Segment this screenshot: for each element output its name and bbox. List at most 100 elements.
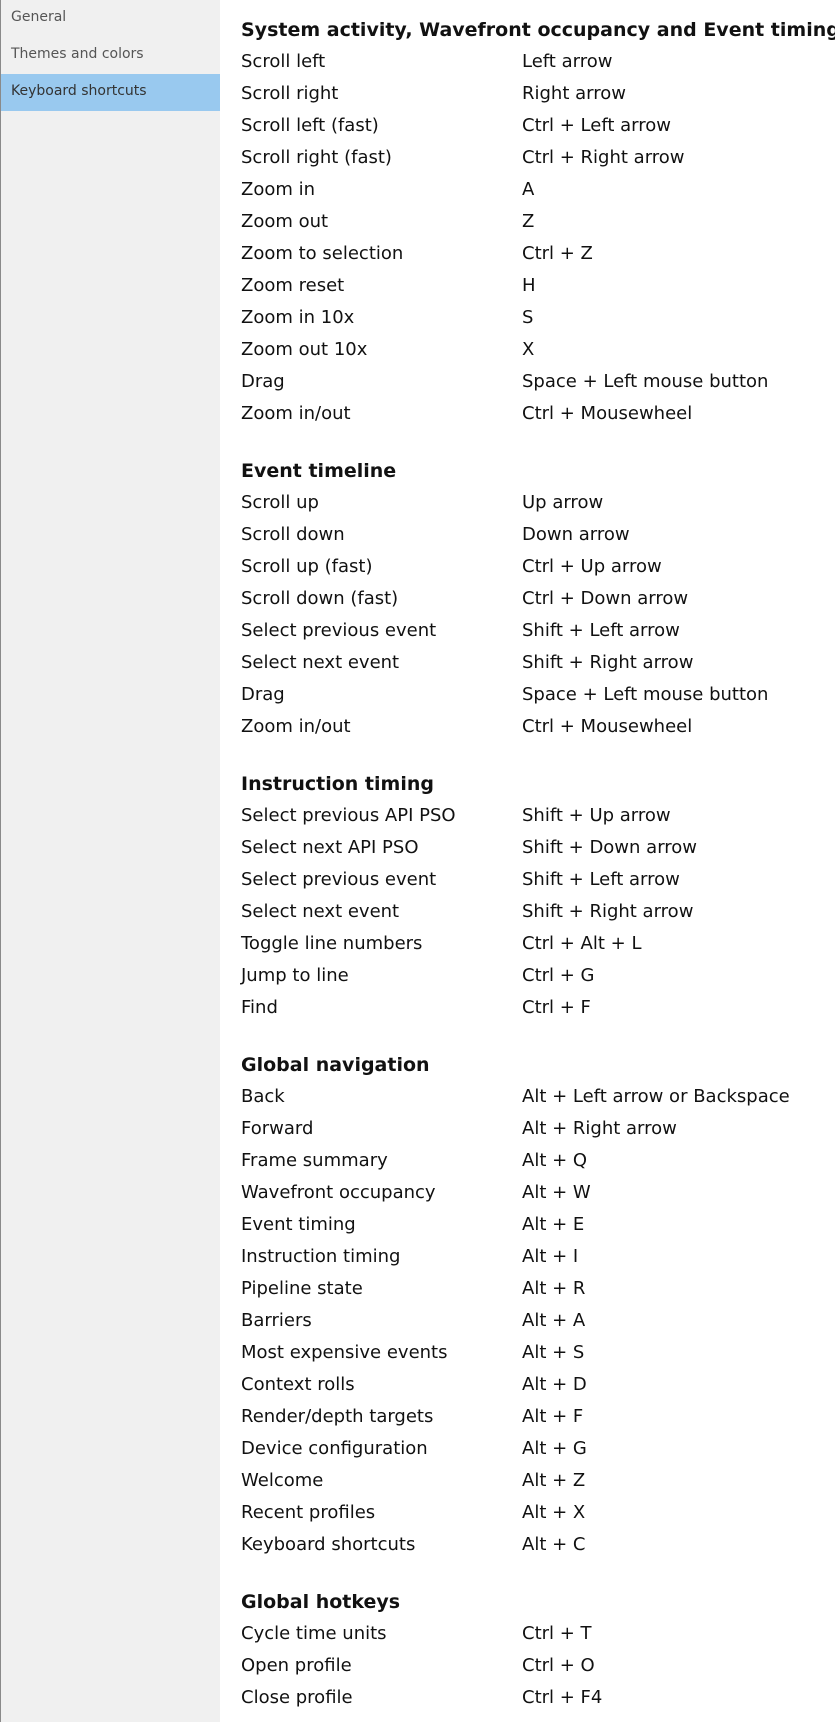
shortcut-action: Scroll up [241,492,319,513]
shortcut-keys: Left arrow [522,51,613,72]
sidebar-item-themes-and-colors[interactable]: Themes and colors [1,37,220,74]
shortcut-section: Global navigation Back Alt + Left arrow or… [241,1049,831,1561]
shortcut-keys: Alt + I [522,1246,579,1267]
shortcut-keys: Ctrl + T [522,1623,592,1644]
shortcut-action: Back [241,1086,285,1107]
shortcut-keys: Shift + Left arrow [522,620,680,641]
shortcut-action: Forward [241,1118,314,1139]
shortcut-row: Most expensive events Alt + S [241,1337,831,1369]
shortcut-action: Render/depth targets [241,1406,434,1427]
shortcut-action: Welcome [241,1470,324,1491]
shortcut-row: Scroll left (fast) Ctrl + Left arrow [241,110,831,142]
shortcut-row: Drag Space + Left mouse button [241,679,831,711]
shortcut-action: Scroll right [241,83,339,104]
shortcut-row: Scroll up Up arrow [241,487,831,519]
shortcut-keys: Ctrl + F [522,997,591,1018]
shortcut-row: Select next event Shift + Right arrow [241,647,831,679]
shortcut-action: Event timing [241,1214,356,1235]
shortcut-row: Zoom in 10x S [241,302,831,334]
shortcut-row: Close profile Ctrl + F4 [241,1682,831,1714]
shortcut-action: Zoom in/out [241,403,351,424]
shortcut-row: Zoom out 10x X [241,334,831,366]
shortcut-row: Select previous event Shift + Left arrow [241,864,831,896]
shortcut-row: Frame summary Alt + Q [241,1145,831,1177]
shortcut-keys: Ctrl + Right arrow [522,147,685,168]
shortcut-keys: Alt + C [522,1534,586,1555]
shortcut-keys: Alt + S [522,1342,585,1363]
shortcut-action: Zoom in 10x [241,307,355,328]
shortcut-row: Device configuration Alt + G [241,1433,831,1465]
shortcut-row: Select previous API PSO Shift + Up arrow [241,800,831,832]
shortcut-row: Instruction timing Alt + I [241,1241,831,1273]
shortcut-keys: Alt + D [522,1374,587,1395]
sidebar-item-general[interactable]: General [1,0,220,37]
shortcut-action: Scroll up (fast) [241,556,373,577]
shortcut-action: Scroll left (fast) [241,115,379,136]
shortcut-keys: X [522,339,535,360]
shortcut-row: Forward Alt + Right arrow [241,1113,831,1145]
shortcut-keys: Right arrow [522,83,626,104]
shortcut-action: Scroll down [241,524,345,545]
shortcut-action: Pipeline state [241,1278,363,1299]
shortcut-keys: A [522,179,535,200]
shortcut-row: Select previous event Shift + Left arrow [241,615,831,647]
shortcut-action: Context rolls [241,1374,355,1395]
shortcut-row: Recent profiles Alt + X [241,1497,831,1529]
shortcut-row: Jump to line Ctrl + G [241,960,831,992]
shortcut-action: Select next event [241,652,400,673]
shortcut-action: Device configuration [241,1438,428,1459]
shortcut-action: Scroll down (fast) [241,588,399,609]
shortcut-action: Zoom out 10x [241,339,368,360]
shortcut-action: Barriers [241,1310,312,1331]
shortcut-row: Scroll down Down arrow [241,519,831,551]
section-title: Event timeline [241,460,397,482]
shortcut-keys: Alt + X [522,1502,586,1523]
shortcut-row: Scroll down (fast) Ctrl + Down arrow [241,583,831,615]
shortcut-action: Scroll right (fast) [241,147,392,168]
shortcut-section: Global hotkeys Cycle time units Ctrl + T Op… [241,1586,831,1714]
shortcut-row: Cycle time units Ctrl + T [241,1618,831,1650]
shortcut-keys: Shift + Up arrow [522,805,671,826]
section-title: Global hotkeys [241,1591,401,1613]
shortcut-row: Scroll up (fast) Ctrl + Up arrow [241,551,831,583]
shortcut-row: Pipeline state Alt + R [241,1273,831,1305]
shortcut-keys: Ctrl + G [522,965,595,986]
shortcut-row: Zoom out Z [241,206,831,238]
shortcut-row: Find Ctrl + F [241,992,831,1024]
shortcut-action: Most expensive events [241,1342,448,1363]
shortcut-keys: Shift + Right arrow [522,652,694,673]
section-title: System activity, Wavefront occupancy and… [241,19,835,41]
shortcut-keys: Alt + A [522,1310,586,1331]
shortcut-row: Back Alt + Left arrow or Backspace [241,1081,831,1113]
shortcut-keys: Space + Left mouse button [522,371,769,392]
shortcut-keys: Ctrl + Z [522,243,593,264]
shortcut-row: Scroll left Left arrow [241,46,831,78]
shortcut-keys: Shift + Right arrow [522,901,694,922]
shortcut-keys: Ctrl + Mousewheel [522,716,693,737]
shortcut-keys: Ctrl + Left arrow [522,115,671,136]
settings-sidebar: General Themes and colors Keyboard short… [0,0,220,1722]
shortcut-action: Wavefront occupancy [241,1182,436,1203]
shortcut-action: Close profile [241,1687,353,1708]
shortcut-row: Scroll right Right arrow [241,78,831,110]
shortcut-action: Open profile [241,1655,352,1676]
shortcut-keys: Alt + R [522,1278,586,1299]
shortcut-keys: Up arrow [522,492,604,513]
shortcut-keys: Alt + Left arrow or Backspace [522,1086,790,1107]
shortcut-keys: Shift + Left arrow [522,869,680,890]
sidebar-item-keyboard-shortcuts[interactable]: Keyboard shortcuts [1,74,220,111]
shortcut-keys: Down arrow [522,524,630,545]
shortcut-keys: Alt + G [522,1438,587,1459]
shortcut-keys: Alt + Right arrow [522,1118,677,1139]
shortcut-action: Find [241,997,278,1018]
shortcut-section: System activity, Wavefront occupancy and… [241,14,835,430]
shortcut-keys: Z [522,211,535,232]
shortcut-action: Keyboard shortcuts [241,1534,416,1555]
shortcut-action: Zoom in/out [241,716,351,737]
section-title: Instruction timing [241,773,434,795]
shortcut-action: Select next event [241,901,400,922]
shortcut-action: Drag [241,371,285,392]
shortcut-keys: Ctrl + Mousewheel [522,403,693,424]
